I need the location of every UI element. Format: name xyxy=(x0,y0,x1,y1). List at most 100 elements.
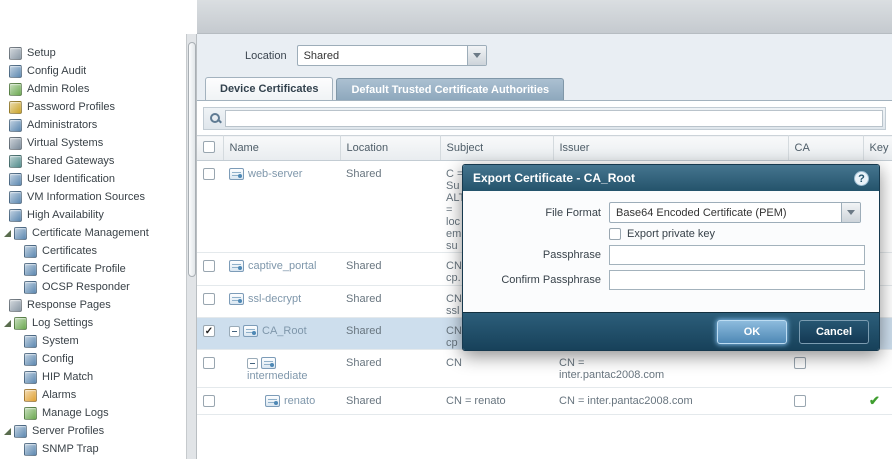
export-private-key-checkbox[interactable] xyxy=(609,228,621,240)
cert-name-link[interactable]: CA_Root xyxy=(262,325,307,337)
expand-arrow-icon[interactable] xyxy=(4,320,11,327)
sidebar-item-response-pages[interactable]: Response Pages xyxy=(0,296,186,314)
sidebar-item-certificate-management[interactable]: Certificate Management xyxy=(0,224,186,242)
sidebar-item-label: Config xyxy=(42,353,74,365)
ca-checkbox[interactable] xyxy=(794,395,806,407)
sidebar-item-certificate-profile[interactable]: Certificate Profile xyxy=(0,260,186,278)
cancel-button[interactable]: Cancel xyxy=(799,320,869,344)
certificate-icon xyxy=(265,395,280,407)
dialog-title: Export Certificate - CA_Root xyxy=(473,171,854,185)
sidebar-item-admin-roles[interactable]: Admin Roles xyxy=(0,80,186,98)
file-format-dropdown[interactable]: Base64 Encoded Certificate (PEM) xyxy=(609,202,861,223)
column-header-ca[interactable]: CA xyxy=(788,136,863,161)
location-cell: Shared xyxy=(340,286,440,318)
issuer-cell: CN = inter.pantac2008.com xyxy=(553,388,788,415)
sidebar-item-log-settings[interactable]: Log Settings xyxy=(0,314,186,332)
row-checkbox[interactable] xyxy=(203,293,215,305)
select-all-checkbox[interactable] xyxy=(203,141,215,153)
export-certificate-dialog: Export Certificate - CA_Root ? File Form… xyxy=(462,164,880,351)
row-checkbox[interactable] xyxy=(203,260,215,272)
export-private-key-label: Export private key xyxy=(627,228,715,240)
cert-name-link[interactable]: captive_portal xyxy=(248,260,317,272)
search-bar xyxy=(203,107,886,130)
sidebar-item-vm-information-sources[interactable]: VM Information Sources xyxy=(0,188,186,206)
sidebar-item-manage-logs[interactable]: Manage Logs xyxy=(0,404,186,422)
location-dropdown[interactable]: Shared xyxy=(297,45,487,66)
sidebar-scrollbar-thumb[interactable] xyxy=(188,42,196,277)
certificate-icon xyxy=(229,293,244,305)
sidebar-scrollbar[interactable] xyxy=(186,34,197,459)
column-header-location[interactable]: Location xyxy=(340,136,440,161)
location-label: Location xyxy=(245,50,287,62)
row-select-cell xyxy=(197,388,223,415)
virtual-systems-icon xyxy=(9,137,22,150)
cert-name-link[interactable]: renato xyxy=(284,395,315,407)
sidebar-item-label: SNMP Trap xyxy=(42,443,99,455)
file-format-dropdown-button[interactable] xyxy=(841,203,860,222)
expand-arrow-icon[interactable] xyxy=(4,428,11,435)
password-profiles-icon xyxy=(9,101,22,114)
sidebar-item-label: Certificate Profile xyxy=(42,263,126,275)
sidebar-item-alarms[interactable]: Alarms xyxy=(0,386,186,404)
sidebar-item-label: Config Audit xyxy=(27,65,86,77)
row-checkbox[interactable] xyxy=(203,357,215,369)
row-checkbox[interactable]: ✓ xyxy=(203,325,215,337)
sidebar-item-high-availability[interactable]: High Availability xyxy=(0,206,186,224)
sidebar-item-administrators[interactable]: Administrators xyxy=(0,116,186,134)
location-row: Location Shared xyxy=(197,34,892,77)
cert-name-cell: captive_portal xyxy=(223,253,340,286)
collapse-toggle-icon[interactable] xyxy=(247,358,258,369)
location-dropdown-button[interactable] xyxy=(467,46,486,65)
sidebar-item-virtual-systems[interactable]: Virtual Systems xyxy=(0,134,186,152)
column-header-issuer[interactable]: Issuer xyxy=(553,136,788,161)
certificate-icon xyxy=(243,325,258,337)
expand-arrow-icon[interactable] xyxy=(4,230,11,237)
ocsp-responder-icon xyxy=(24,281,37,294)
sidebar-item-label: Manage Logs xyxy=(42,407,109,419)
passphrase-input[interactable] xyxy=(609,245,865,265)
search-input[interactable] xyxy=(225,110,883,127)
row-checkbox[interactable] xyxy=(203,395,215,407)
sidebar-item-setup[interactable]: Setup xyxy=(0,44,186,62)
row-checkbox[interactable] xyxy=(203,168,215,180)
sidebar-item-ocsp-responder[interactable]: OCSP Responder xyxy=(0,278,186,296)
cert-name-link[interactable]: web-server xyxy=(248,168,302,180)
cert-name-link[interactable]: intermediate xyxy=(247,370,308,382)
certificate-icon xyxy=(229,260,244,272)
ca-cell xyxy=(788,350,863,388)
column-header-name[interactable]: Name xyxy=(223,136,340,161)
cert-name-link[interactable]: ssl-decrypt xyxy=(248,293,301,305)
column-header-subject[interactable]: Subject xyxy=(440,136,553,161)
column-header-key[interactable]: Key xyxy=(863,136,892,161)
table-row-intermediate[interactable]: intermediateSharedCNCN = inter.pantac200… xyxy=(197,350,892,388)
sidebar-item-config-audit[interactable]: Config Audit xyxy=(0,62,186,80)
confirm-passphrase-input[interactable] xyxy=(609,270,865,290)
sidebar-tree: Setup Config Audit Admin RolesPassword Pro… xyxy=(0,44,186,458)
sidebar-item-shared-gateways[interactable]: Shared Gateways xyxy=(0,152,186,170)
sidebar-item-label: Alarms xyxy=(42,389,76,401)
key-cell xyxy=(863,350,892,388)
location-dropdown-value: Shared xyxy=(298,46,467,65)
tab-default-trusted-certificate-authorities[interactable]: Default Trusted Certificate Authorities xyxy=(336,78,564,100)
sidebar-item-snmp-trap[interactable]: SNMP Trap xyxy=(0,440,186,458)
sidebar-item-config[interactable]: Config xyxy=(0,350,186,368)
dialog-header: Export Certificate - CA_Root ? xyxy=(463,165,879,191)
sidebar-item-certificates[interactable]: Certificates xyxy=(0,242,186,260)
tab-device-certificates[interactable]: Device Certificates xyxy=(205,77,333,100)
sidebar-item-password-profiles[interactable]: Password Profiles xyxy=(0,98,186,116)
ok-button[interactable]: OK xyxy=(717,320,787,344)
table-row-renato[interactable]: renatoSharedCN = renatoCN = inter.pantac… xyxy=(197,388,892,415)
sidebar-item-label: Setup xyxy=(27,47,56,59)
sidebar-item-server-profiles[interactable]: Server Profiles xyxy=(0,422,186,440)
file-format-value: Base64 Encoded Certificate (PEM) xyxy=(610,203,841,222)
sidebar-item-label: System xyxy=(42,335,79,347)
row-select-cell xyxy=(197,161,223,253)
sidebar-item-hip-match[interactable]: HIP Match xyxy=(0,368,186,386)
sidebar-item-system[interactable]: System xyxy=(0,332,186,350)
help-icon[interactable]: ? xyxy=(854,171,869,186)
sidebar-item-user-identification[interactable]: User Identification xyxy=(0,170,186,188)
collapse-toggle-icon[interactable] xyxy=(229,326,240,337)
confirm-passphrase-row: Confirm Passphrase xyxy=(477,270,865,290)
ca-checkbox[interactable] xyxy=(794,357,806,369)
search-icon[interactable] xyxy=(206,110,225,127)
